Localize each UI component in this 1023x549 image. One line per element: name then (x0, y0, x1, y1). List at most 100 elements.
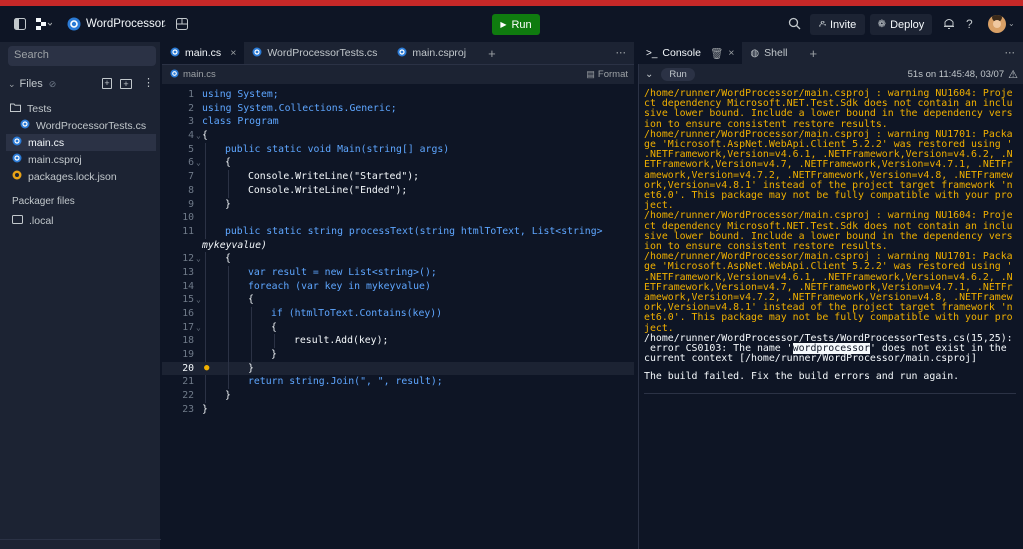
code-line: 16 if (htmlToText.Contains(key)) (162, 307, 634, 321)
run-status-pill[interactable]: Run (661, 67, 695, 81)
fold-chevron-icon[interactable]: ⌄ (196, 293, 201, 307)
deploy-label: Deploy (890, 18, 925, 31)
code-text: } (202, 403, 208, 415)
console-line: et6.0'. This package may not be fully co… (644, 312, 1013, 324)
code-text: { (225, 157, 231, 169)
line-number: 12 (182, 253, 194, 265)
chevron-down-icon: ⌄ (8, 78, 16, 89)
fold-chevron-icon[interactable]: ⌄ (196, 129, 201, 143)
panel-toggle-icon[interactable] (14, 18, 26, 30)
tab-shell[interactable]: ◍ Shell (742, 42, 795, 64)
line-number: 5 (188, 143, 194, 155)
run-info: 51s on 11:45:48, 03/07 (907, 68, 1005, 80)
folder-icon (10, 103, 21, 115)
replit-logo-icon[interactable] (36, 18, 52, 30)
project-name[interactable]: WordProcessor (86, 18, 165, 30)
new-tab-button[interactable]: + (480, 42, 504, 64)
sidebar-item-packages-lock[interactable]: packages.lock.json (0, 168, 161, 185)
sidebar-item-label: packages.lock.json (28, 170, 117, 183)
code-line: 5 public static void Main(string[] args) (162, 142, 634, 157)
line-number: 8 (188, 184, 194, 196)
fold-chevron-icon[interactable]: ⌄ (196, 252, 201, 266)
code-line: 11 public static string processText(strin… (162, 224, 634, 239)
top-bar: WordProcessor ⌄ ▶ Run ዶ Invite ❁ Deploy … (0, 6, 1023, 42)
search-input[interactable]: Search (8, 46, 156, 66)
console-panel: ⌄ Run 51s on 11:45:48, 03/07 ⚠ /home/run… (638, 64, 1023, 549)
line-number: 11 (182, 225, 194, 237)
code-line: 18 result.Add(key); (162, 334, 634, 349)
run-label: Run (511, 18, 532, 31)
sidebar-item-label: WordProcessorTests.cs (36, 119, 147, 132)
sidebar-item-wordprocessortests[interactable]: WordProcessorTests.cs (0, 117, 161, 134)
files-header[interactable]: ⌄ Files ⊘ + + ⋮ (8, 76, 158, 92)
chevron-down-icon[interactable]: ⌄ (160, 19, 168, 30)
csharp-icon (12, 153, 22, 166)
build-failed-message: The build failed. Fix the build errors a… (644, 371, 960, 383)
output-divider (644, 392, 1016, 394)
new-folder-icon[interactable]: + (120, 79, 132, 89)
code-line: 3 class Program (162, 115, 634, 129)
fold-chevron-icon[interactable]: ⌄ (196, 156, 201, 170)
code-text: foreach (var key in mykeyvalue) (248, 280, 431, 292)
csharp-icon (252, 47, 262, 60)
close-icon[interactable]: × (728, 47, 734, 59)
code-text: result.Add(key); (294, 335, 389, 347)
lightbulb-icon[interactable]: ● (204, 362, 209, 376)
format-button[interactable]: ▤ Format (586, 69, 628, 80)
sidebar-item-main-csproj[interactable]: main.csproj (0, 151, 161, 168)
new-tab-button[interactable]: + (796, 42, 826, 64)
file-sidebar: Search ⌄ Files ⊘ + + ⋮ Tests WordProcess… (0, 42, 161, 549)
avatar[interactable] (988, 15, 1006, 33)
line-number: 18 (182, 335, 194, 347)
run-button[interactable]: ▶ Run (492, 14, 540, 35)
console-more-icon[interactable]: ⋯ (997, 42, 1023, 64)
tab-console[interactable]: >_ Console 🗑︎ × (638, 42, 743, 64)
search-icon[interactable] (788, 17, 801, 30)
play-icon: ▶ (500, 20, 507, 29)
code-text: } (225, 390, 231, 402)
code-text: mykeyvalue) (202, 239, 267, 251)
new-file-icon[interactable]: + (102, 78, 112, 89)
code-area[interactable]: 1 using System; 2 using System.Collections… (162, 88, 634, 417)
tab-wordprocessortests[interactable]: WordProcessorTests.cs (244, 42, 385, 64)
code-text: Console.WriteLine("Started"); (248, 171, 420, 183)
code-editor[interactable]: main.cs ▤ Format 1 using System; 2 using S… (162, 64, 634, 549)
console-output[interactable]: /home/runner/WordProcessor/main.csproj :… (644, 88, 1023, 394)
eye-off-icon[interactable]: ⊘ (49, 79, 57, 90)
fold-chevron-icon[interactable]: ⌄ (196, 321, 201, 335)
line-number: 20 (182, 362, 194, 374)
code-line: 17 ⌄ { (162, 320, 634, 335)
sidebar-item-tests[interactable]: Tests (0, 100, 161, 117)
invite-button[interactable]: ዶ Invite (810, 14, 865, 35)
deploy-button[interactable]: ❁ Deploy (870, 14, 932, 35)
tab-main-csproj[interactable]: main.csproj (385, 42, 480, 64)
chevron-down-icon[interactable]: ⌄ (1008, 19, 1015, 28)
line-number: 3 (188, 116, 194, 128)
layout-icon[interactable] (176, 18, 188, 30)
editor-more-icon[interactable]: ⋯ (608, 42, 635, 64)
code-text: Console.WriteLine("Ended"); (248, 184, 408, 196)
line-number: 21 (182, 376, 194, 388)
bell-icon[interactable] (943, 17, 955, 30)
breadcrumb: main.cs ▤ Format (162, 64, 634, 84)
tab-label: main.csproj (412, 47, 467, 59)
code-line: 19} (162, 348, 634, 362)
code-line: 4 ⌄{ (162, 129, 634, 143)
console-line: current context [/home/runner/WordProces… (644, 353, 977, 365)
tab-main-cs[interactable]: main.cs × (162, 42, 245, 64)
line-number: 4 (188, 130, 194, 142)
sidebar-item-label: .local (29, 214, 54, 227)
chevron-down-icon[interactable]: ⌄ (645, 69, 653, 80)
code-line: 2 using System.Collections.Generic; (162, 102, 634, 116)
help-icon[interactable]: ? (966, 17, 973, 31)
more-options-icon[interactable]: ⋮ (143, 76, 154, 89)
invite-label: Invite (830, 18, 857, 31)
sidebar-item-local[interactable]: .local (0, 212, 161, 229)
close-icon[interactable]: × (230, 47, 236, 59)
shell-icon: ◍ (750, 47, 760, 59)
trash-icon[interactable]: 🗑︎ (710, 47, 723, 60)
csharp-icon (67, 17, 81, 31)
code-line: 10 (162, 211, 634, 225)
code-text: { (202, 130, 208, 142)
sidebar-item-main-cs[interactable]: main.cs (6, 134, 156, 151)
